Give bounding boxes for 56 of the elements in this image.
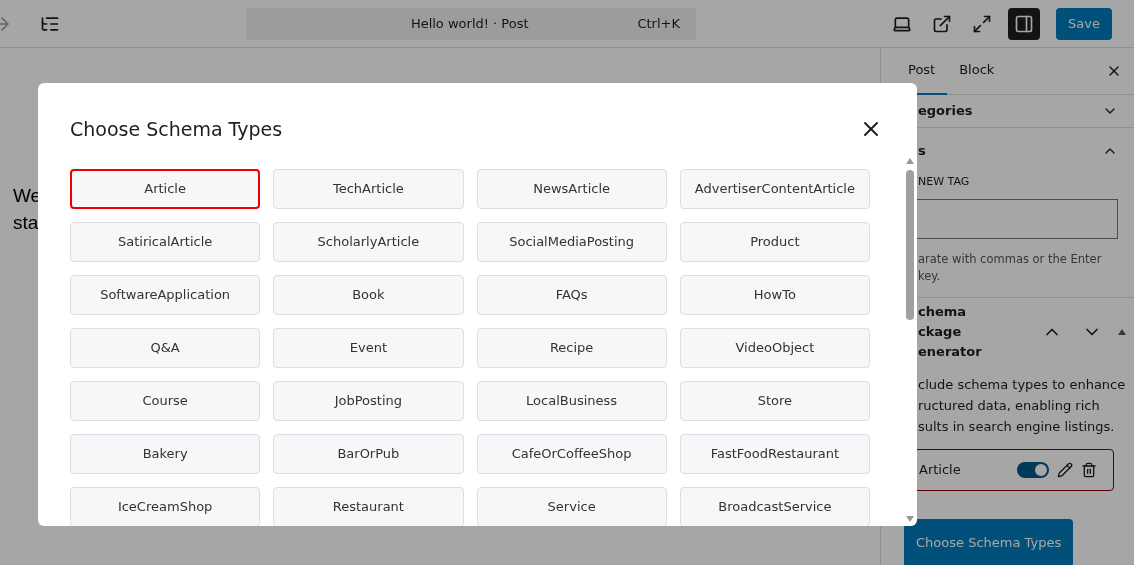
command-bar[interactable]: Hello world! · Post Ctrl+K bbox=[246, 7, 696, 40]
schema-type-button[interactable]: BroadcastService bbox=[679, 486, 870, 526]
schema-type-button[interactable]: HowTo bbox=[679, 274, 870, 315]
modal-title: Choose Schema Types bbox=[70, 117, 283, 142]
schema-label: Article bbox=[919, 461, 961, 480]
schema-type-button[interactable]: Service bbox=[476, 486, 667, 526]
panel-title: chema bbox=[918, 303, 968, 321]
shortcut-hint: Ctrl+K bbox=[637, 14, 680, 33]
panel-title: s bbox=[918, 142, 926, 161]
help-text: arate with commas or the Enter key. bbox=[918, 250, 1103, 285]
panel-title: egories bbox=[918, 102, 973, 121]
schema-type-button[interactable]: Course bbox=[70, 380, 261, 421]
schema-type-button[interactable]: Store bbox=[679, 380, 870, 421]
collapse-icon[interactable] bbox=[1118, 329, 1126, 335]
schema-type-button[interactable]: CafeOrCoffeeShop bbox=[476, 433, 667, 474]
description-text: sults in search engine listings. bbox=[918, 418, 1116, 436]
sidebar-tab[interactable]: Block bbox=[947, 47, 1007, 95]
edit-icon[interactable] bbox=[1057, 462, 1073, 478]
document-title: Hello world! · Post bbox=[409, 14, 530, 33]
schema-type-button[interactable]: AdvertiserContentArticle bbox=[679, 168, 870, 209]
scrollbar[interactable] bbox=[905, 158, 915, 522]
schema-type-button[interactable]: SatiricalArticle bbox=[70, 221, 261, 262]
schema-type-button[interactable]: NewsArticle bbox=[476, 168, 667, 209]
external-link-icon[interactable] bbox=[932, 13, 953, 34]
save-button[interactable]: Save bbox=[1056, 7, 1112, 40]
post-text: sta bbox=[13, 212, 39, 233]
panel-title: ckage bbox=[918, 323, 963, 341]
description-text: ructured data, enabling rich bbox=[918, 397, 1101, 415]
choose-schema-button[interactable]: Choose Schema Types bbox=[904, 519, 1074, 565]
schema-type-button[interactable]: Bakery bbox=[70, 433, 261, 474]
toggle-switch[interactable] bbox=[1017, 462, 1049, 478]
schema-type-button[interactable]: SoftwareApplication bbox=[70, 274, 261, 315]
schema-type-button[interactable]: Recipe bbox=[476, 327, 667, 368]
delete-icon[interactable] bbox=[1081, 462, 1097, 478]
schema-type-button[interactable]: SocialMediaPosting bbox=[476, 221, 667, 262]
schema-type-button[interactable]: Q&A bbox=[70, 327, 261, 368]
schema-type-button[interactable]: Event bbox=[273, 327, 464, 368]
schema-type-button[interactable]: LocalBusiness bbox=[476, 380, 667, 421]
sidebar-toggle[interactable] bbox=[1008, 7, 1041, 40]
panel-title: enerator bbox=[918, 343, 982, 361]
schema-type-button[interactable]: Article bbox=[70, 168, 261, 209]
schema-type-button[interactable]: FAQs bbox=[476, 274, 667, 315]
schema-type-button[interactable]: VideoObject bbox=[679, 327, 870, 368]
schema-type-button[interactable]: IceCreamShop bbox=[70, 486, 261, 526]
schema-type-button[interactable]: ScholarlyArticle bbox=[273, 221, 464, 262]
fullscreen-icon[interactable] bbox=[972, 13, 993, 34]
schema-type-button[interactable]: FastFoodRestaurant bbox=[679, 433, 870, 474]
schema-type-button[interactable]: Product bbox=[679, 221, 870, 262]
description-text: clude schema types to enhance bbox=[918, 376, 1126, 394]
schema-type-button[interactable]: Book bbox=[273, 274, 464, 315]
schema-type-button[interactable]: TechArticle bbox=[273, 168, 464, 209]
sidebar-icon bbox=[1014, 13, 1035, 34]
field-label: NEW TAG bbox=[918, 174, 971, 190]
schema-type-button[interactable]: BarOrPub bbox=[273, 433, 464, 474]
schema-type-button[interactable]: JobPosting bbox=[273, 380, 464, 421]
schema-type-button[interactable]: Restaurant bbox=[273, 486, 464, 526]
